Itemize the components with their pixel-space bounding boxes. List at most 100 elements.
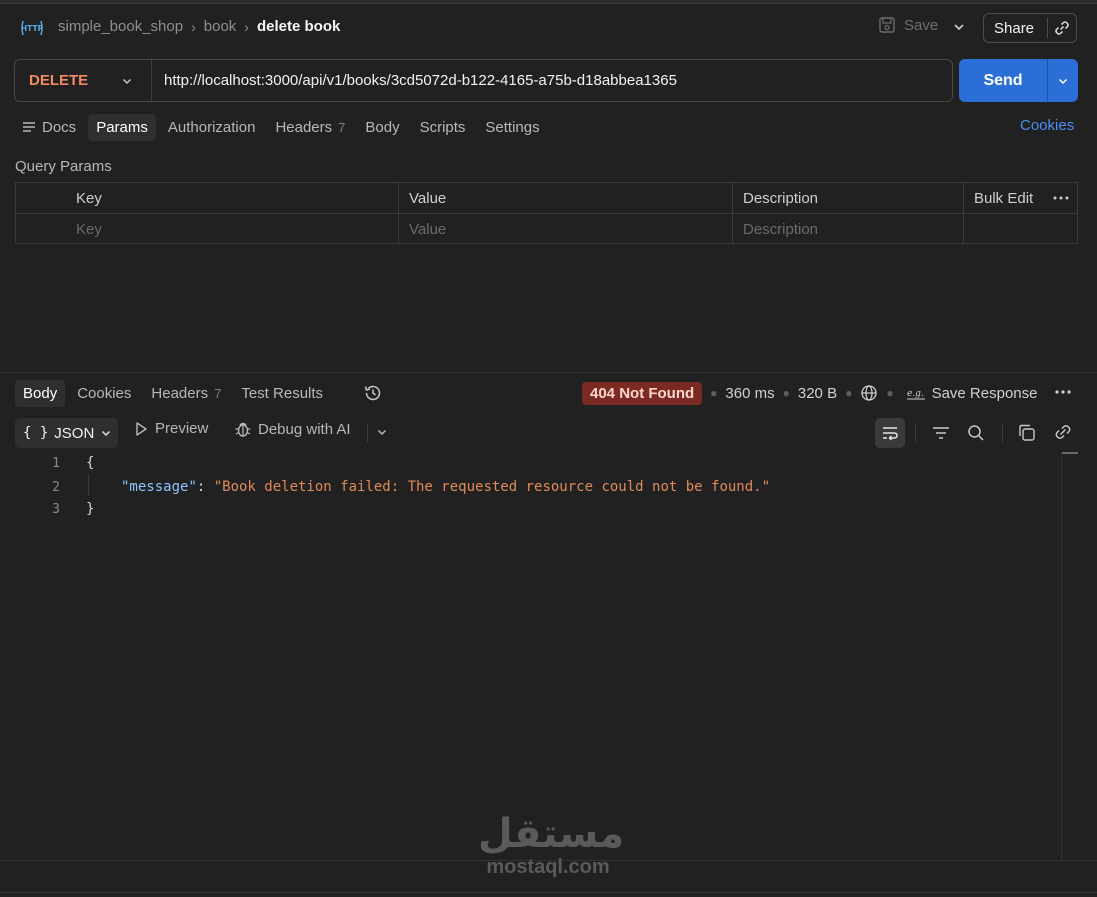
example-icon: e.g. (906, 389, 925, 400)
table-header-row: Key Value Description Bulk Edit (16, 183, 1077, 214)
column-description: Description (733, 183, 964, 213)
tab-headers-label: Headers (275, 118, 333, 136)
tab-authorization-label: Authorization (167, 118, 256, 136)
bulk-edit-cell: Bulk Edit (964, 183, 1077, 213)
save-button[interactable]: Save (878, 16, 938, 34)
status-bar-divider (0, 892, 1097, 893)
globe-icon[interactable] (860, 384, 878, 402)
method-label: DELETE (29, 72, 89, 89)
chevron-down-icon (102, 430, 111, 437)
copy-link-button[interactable] (1048, 20, 1076, 36)
preview-label: Preview (155, 420, 209, 437)
response-tab-test-results-label: Test Results (241, 384, 324, 402)
json-string-value: "Book deletion failed: The requested res… (213, 479, 771, 495)
response-divider[interactable] (0, 372, 1097, 373)
save-icon (879, 17, 895, 33)
braces-icon: { } (23, 425, 49, 441)
watermark-arabic: مستقل (478, 811, 625, 857)
response-meta: 404 Not Found ● 360 ms ● 320 B ● ● e.g. … (582, 380, 1037, 406)
response-tab-cookies[interactable]: Cookies (69, 380, 139, 407)
tab-authorization[interactable]: Authorization (160, 114, 264, 141)
breadcrumb: simple_book_shop › book › delete book (58, 18, 340, 35)
line-number: 2 (52, 479, 60, 495)
url-bar: DELETE (14, 59, 953, 102)
response-size[interactable]: 320 B (798, 385, 837, 402)
param-key-input[interactable]: Key (66, 214, 399, 245)
toolbar-divider (367, 424, 368, 442)
cookies-link[interactable]: Cookies (1020, 117, 1074, 134)
http-icon: HTTP (21, 20, 44, 36)
tab-settings[interactable]: Settings (477, 114, 547, 141)
code-line: 3 } (0, 498, 1060, 520)
code-line: 1 { (0, 452, 1060, 474)
response-headers-count: 7 (214, 385, 222, 401)
response-tabs: Body Cookies Headers 7 Test Results (15, 378, 331, 408)
param-value-input[interactable]: Value (399, 214, 733, 245)
code-close-brace: } (86, 501, 95, 517)
line-number: 3 (52, 501, 60, 517)
response-tab-body[interactable]: Body (15, 379, 66, 407)
dot-separator: ● (886, 386, 894, 400)
debug-label: Debug with AI (258, 420, 351, 438)
method-select[interactable]: DELETE (15, 60, 152, 101)
chevron-down-icon[interactable] (376, 426, 388, 438)
breadcrumb-collection[interactable]: simple_book_shop (58, 18, 183, 35)
link-icon (1055, 21, 1069, 35)
link-icon[interactable] (1053, 424, 1073, 442)
preview-button[interactable]: Preview (133, 420, 208, 437)
more-icon[interactable] (1054, 383, 1072, 401)
save-response-button[interactable]: e.g. Save Response (906, 385, 1037, 402)
json-key: "message" (121, 479, 197, 495)
param-description-input[interactable]: Description (733, 214, 964, 245)
more-icon[interactable] (1053, 196, 1069, 200)
docs-icon (23, 122, 35, 132)
format-select[interactable]: { } JSON (15, 418, 118, 448)
response-tab-test-results[interactable]: Test Results (233, 380, 331, 407)
tab-params[interactable]: Params (88, 113, 156, 141)
empty-cell (964, 214, 1077, 245)
checkbox-cell (16, 214, 66, 245)
dot-separator: ● (710, 386, 718, 400)
status-badge[interactable]: 404 Not Found (582, 381, 703, 405)
editor-scrollbar[interactable] (1061, 452, 1062, 860)
bulk-edit-button[interactable]: Bulk Edit (974, 190, 1033, 207)
watermark-latin: mostaql.com (486, 856, 610, 878)
play-icon (136, 421, 147, 436)
search-icon[interactable] (966, 424, 986, 442)
tab-scripts-label: Scripts (419, 118, 466, 136)
column-value: Value (399, 183, 733, 213)
send-options-button[interactable] (1048, 75, 1078, 87)
tab-headers[interactable]: Headers 7 (267, 114, 353, 141)
tab-docs[interactable]: Docs (14, 114, 84, 141)
tab-settings-label: Settings (485, 118, 540, 136)
json-colon: : (196, 479, 214, 495)
headers-count: 7 (338, 119, 346, 135)
filter-icon[interactable] (931, 424, 951, 442)
send-button[interactable]: Send (959, 59, 1078, 102)
wrap-lines-icon (883, 427, 898, 441)
url-input[interactable] (152, 72, 952, 89)
chevron-down-icon (1058, 78, 1068, 84)
share-button[interactable]: Share (983, 13, 1077, 43)
svg-text:HTTP: HTTP (21, 24, 44, 33)
tab-docs-label: Docs (42, 118, 77, 136)
history-icon[interactable] (363, 383, 383, 403)
chevron-down-icon (122, 78, 132, 84)
chevron-down-icon[interactable] (952, 20, 966, 34)
dot-separator: ● (845, 386, 853, 400)
format-label: JSON (54, 424, 95, 442)
tab-body[interactable]: Body (357, 114, 407, 141)
copy-icon[interactable] (1017, 424, 1037, 442)
tab-body-label: Body (365, 118, 400, 136)
request-name[interactable]: delete book (257, 18, 340, 35)
scrollbar-thumb[interactable] (1062, 452, 1078, 454)
response-time[interactable]: 360 ms (725, 385, 774, 402)
column-key: Key (66, 183, 399, 213)
debug-with-ai-button[interactable]: Debug with AI (234, 420, 351, 438)
request-tabs: Docs Params Authorization Headers 7 Body… (14, 112, 548, 142)
tab-scripts[interactable]: Scripts (412, 114, 474, 141)
share-label: Share (994, 19, 1035, 37)
breadcrumb-folder[interactable]: book (204, 18, 237, 35)
response-tab-headers[interactable]: Headers 7 (143, 380, 229, 407)
wrap-lines-button[interactable] (875, 418, 905, 448)
